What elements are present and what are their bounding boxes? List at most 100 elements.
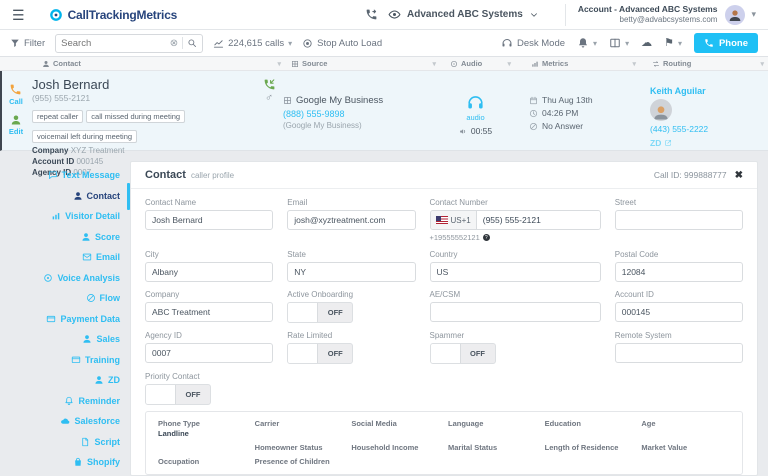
sidebar-item-contact[interactable]: Contact: [0, 186, 120, 207]
sidebar-item-score[interactable]: Score: [0, 227, 120, 248]
flag-button[interactable]: ⚑ ▾: [664, 38, 682, 49]
company-input[interactable]: [145, 302, 273, 322]
field-email: Email: [287, 198, 415, 242]
contact-form: Contact Name Email Contact Number US+1: [131, 189, 757, 405]
clear-search-icon[interactable]: ⊗: [170, 38, 178, 49]
toggle-state: OFF: [318, 303, 352, 322]
call-status: No Answer: [542, 121, 583, 131]
us-flag-icon: [436, 216, 448, 224]
active-onboarding-toggle[interactable]: OFF: [287, 302, 353, 323]
column-contact[interactable]: Contact ▾: [30, 57, 285, 70]
notifications-button[interactable]: ▾: [577, 37, 597, 49]
account-info[interactable]: Account - Advanced ABC Systems betty@adv…: [578, 4, 718, 25]
line-chart-icon: [213, 38, 224, 49]
field-label: Spammer: [430, 331, 601, 340]
zendesk-link[interactable]: ZD: [650, 138, 768, 148]
caller-name[interactable]: Josh Bernard: [32, 77, 255, 92]
edit-contact-button[interactable]: Edit: [9, 114, 23, 136]
postal-code-input[interactable]: [615, 262, 743, 282]
ae-csm-input[interactable]: [430, 302, 601, 322]
filter-caret-icon[interactable]: ▾: [277, 60, 281, 68]
tag-pill[interactable]: repeat caller: [32, 110, 83, 123]
divider: [565, 4, 566, 26]
remote-system-input[interactable]: [615, 343, 743, 363]
sidebar-item-voice-analysis[interactable]: Voice Analysis: [0, 268, 120, 289]
agency-id-input[interactable]: [145, 343, 273, 363]
sidebar-item-shopify[interactable]: Shopify: [0, 452, 120, 473]
speech-bubble-icon: [48, 170, 58, 180]
priority-contact-toggle[interactable]: OFF: [145, 384, 211, 405]
contact-name-input[interactable]: [145, 210, 273, 230]
spammer-toggle[interactable]: OFF: [430, 343, 496, 364]
sidebar-item-label: Script: [94, 437, 120, 447]
source-number[interactable]: (888) 555-9898: [283, 109, 438, 119]
external-link-icon: [664, 139, 672, 147]
account-email: betty@advabcsystems.com: [578, 15, 718, 25]
sidebar-item-zd[interactable]: ZD: [0, 370, 120, 391]
filter-caret-icon[interactable]: ▾: [432, 60, 436, 68]
sidebar-item-training[interactable]: Training: [0, 350, 120, 371]
phone-switch-icon[interactable]: [365, 8, 378, 21]
call-button[interactable]: Call: [9, 83, 23, 106]
filter-caret-icon[interactable]: ▾: [760, 60, 764, 68]
calls-count-dropdown[interactable]: 224,615 calls ▾: [213, 38, 292, 49]
filter-button[interactable]: Filter: [10, 38, 45, 49]
search-icon[interactable]: [187, 38, 197, 48]
contact-number-input[interactable]: [477, 211, 600, 229]
sidebar-item-script[interactable]: Script: [0, 432, 120, 453]
attr-homeowner-status: Homeowner Status: [255, 443, 344, 452]
sidebar-item-payment-data[interactable]: Payment Data: [0, 309, 120, 330]
phone-button[interactable]: Phone: [694, 33, 758, 53]
toggle-knob: [288, 303, 318, 322]
headphones-icon[interactable]: [466, 93, 485, 112]
stop-auto-load-button[interactable]: Stop Auto Load: [302, 38, 382, 49]
info-icon[interactable]: ?: [483, 234, 490, 241]
call-row[interactable]: Call Edit Josh Bernard (955) 555-2121 re…: [0, 71, 768, 151]
close-icon[interactable]: ✖: [735, 170, 743, 181]
audio-duration: 00:55: [471, 126, 492, 136]
city-input[interactable]: [145, 262, 273, 282]
attr-value: Landline: [158, 429, 247, 438]
cloud-icon[interactable]: ☁: [641, 38, 652, 49]
state-input[interactable]: [287, 262, 415, 282]
email-input[interactable]: [287, 210, 415, 230]
sidebar-item-visitor-detail[interactable]: Visitor Detail: [0, 206, 120, 227]
search-input[interactable]: [61, 38, 166, 49]
filter-caret-icon[interactable]: ▾: [507, 60, 511, 68]
audio-label[interactable]: audio: [466, 113, 484, 122]
layout-columns-button[interactable]: ▾: [609, 37, 629, 49]
column-source[interactable]: Source ▾: [285, 57, 440, 70]
column-label: Metrics: [542, 59, 568, 68]
sidebar-item-sales[interactable]: Sales: [0, 329, 120, 350]
user-avatar[interactable]: [725, 5, 745, 25]
country-code-selector[interactable]: US+1: [431, 211, 477, 229]
account-id-input[interactable]: [615, 302, 743, 322]
filter-caret-icon[interactable]: ▾: [632, 60, 636, 68]
street-input[interactable]: [615, 210, 743, 230]
detail-area: Text Message Contact Visitor Detail Scor…: [0, 151, 768, 476]
column-audio[interactable]: Audio ▾: [440, 57, 515, 70]
rate-limited-toggle[interactable]: OFF: [287, 343, 353, 364]
brand-logo[interactable]: CallTrackingMetrics: [49, 8, 178, 22]
column-label: Routing: [663, 59, 691, 68]
tag-pill[interactable]: call missed during meeting: [86, 110, 185, 123]
sidebar-item-reminder[interactable]: Reminder: [0, 391, 120, 412]
column-metrics[interactable]: Metrics ▾: [515, 57, 640, 70]
country-input[interactable]: [430, 262, 601, 282]
tag-pill[interactable]: voicemail left during meeting: [32, 130, 137, 143]
agent-number[interactable]: (443) 555-2222: [650, 124, 768, 134]
menu-icon[interactable]: ☰: [12, 8, 25, 22]
sidebar-item-zendesk[interactable]: Z Zendesk: [0, 473, 120, 476]
context-label: Advanced ABC Systems: [407, 9, 523, 20]
field-label: Postal Code: [615, 250, 743, 259]
phone-icon: [704, 38, 714, 48]
column-routing[interactable]: Routing ▾: [640, 57, 768, 70]
account-context-selector[interactable]: Advanced ABC Systems: [388, 8, 539, 21]
routed-agent-name[interactable]: Keith Aguilar: [650, 86, 768, 96]
sidebar-item-flow[interactable]: Flow: [0, 288, 120, 309]
sidebar-item-text-message[interactable]: Text Message: [0, 165, 120, 186]
desk-mode-button[interactable]: Desk Mode: [501, 37, 565, 49]
sidebar-item-email[interactable]: Email: [0, 247, 120, 268]
sidebar-item-salesforce[interactable]: Salesforce: [0, 411, 120, 432]
chevron-down-icon[interactable]: ▾: [751, 9, 756, 20]
